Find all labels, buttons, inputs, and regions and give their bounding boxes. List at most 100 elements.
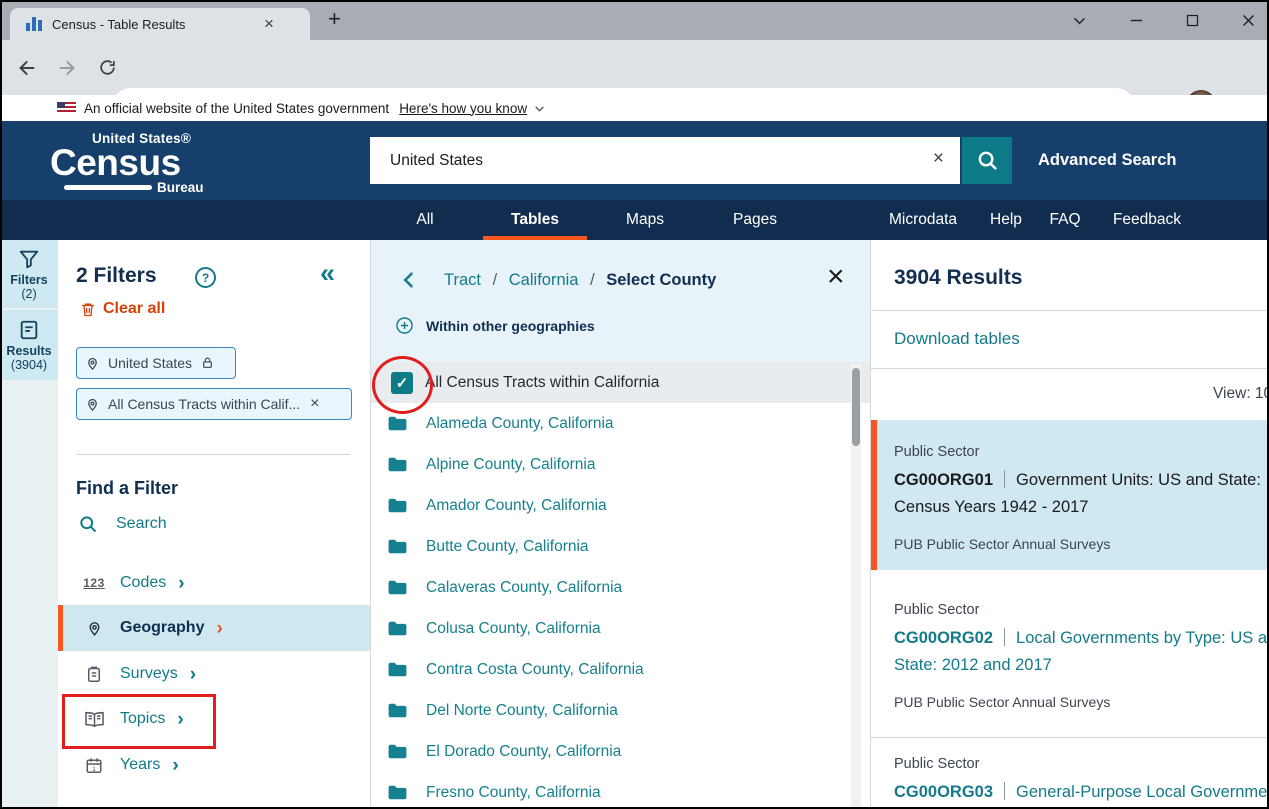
- back-icon[interactable]: [16, 57, 38, 79]
- breadcrumb-separator: /: [493, 271, 498, 289]
- search-clear-icon[interactable]: ×: [933, 148, 944, 170]
- chip-label: All Census Tracts within Calif...: [108, 396, 300, 412]
- county-row[interactable]: Del Norte County, California: [371, 690, 871, 731]
- tab-title: Census - Table Results: [52, 17, 262, 32]
- clear-all-label: Clear all: [103, 300, 165, 318]
- rail-results-count: (3904): [11, 358, 47, 372]
- result-card[interactable]: Public Sector CG00ORG03General-Purpose L…: [871, 737, 1269, 809]
- browser-toolbar: data.census.gov/cedsci/table?q=United%20…: [0, 40, 1269, 95]
- rail-filters-button[interactable]: Filters (2): [0, 240, 58, 308]
- tab-close-icon[interactable]: ×: [264, 14, 274, 34]
- gov-banner: An official website of the United States…: [0, 95, 1269, 121]
- plus-circle-icon: [395, 316, 414, 335]
- tab-tables[interactable]: Tables: [511, 200, 559, 240]
- us-flag-icon: [57, 102, 76, 114]
- separator-bar: [1004, 782, 1005, 800]
- remove-chip-icon[interactable]: ×: [310, 395, 319, 413]
- category-label: Codes: [120, 574, 166, 592]
- filter-chip-united-states[interactable]: United States: [76, 347, 236, 379]
- category-label: Years: [120, 756, 160, 774]
- census-favicon-icon: [26, 17, 42, 31]
- forward-icon[interactable]: [56, 57, 78, 79]
- county-row[interactable]: Calaveras County, California: [371, 567, 871, 608]
- breadcrumb-california[interactable]: California: [509, 271, 579, 289]
- location-pin-icon: [85, 396, 100, 413]
- result-title: CG00ORG03General-Purpose Local Governmen…: [894, 779, 1269, 809]
- filter-search-button[interactable]: Search: [78, 514, 167, 534]
- result-card[interactable]: Public Sector CG00ORG02Local Governments…: [871, 572, 1269, 736]
- checkbox-checked-icon[interactable]: ✓: [391, 372, 413, 394]
- browser-tab[interactable]: Census - Table Results ×: [10, 8, 310, 40]
- results-document-icon: [18, 319, 40, 341]
- breadcrumb-tract[interactable]: Tract: [444, 271, 481, 289]
- search-button[interactable]: [962, 137, 1012, 184]
- close-panel-icon[interactable]: ×: [827, 262, 845, 292]
- chevron-right-icon: ›: [190, 665, 196, 684]
- county-row[interactable]: Alpine County, California: [371, 444, 871, 485]
- result-survey: PUB Public Sector Annual Surveys: [894, 536, 1269, 552]
- result-category: Public Sector: [894, 420, 1269, 460]
- scrollbar-thumb[interactable]: [852, 368, 860, 446]
- clipboard-icon: [82, 665, 106, 684]
- main-nav: All Tables Maps Pages Microdata Help FAQ…: [0, 200, 1269, 240]
- county-row[interactable]: Butte County, California: [371, 526, 871, 567]
- tab-help[interactable]: Help: [990, 200, 1022, 240]
- county-row[interactable]: El Dorado County, California: [371, 731, 871, 772]
- rail-results-button[interactable]: Results (3904): [0, 310, 58, 380]
- folder-icon: [387, 702, 408, 719]
- filters-panel: 2 Filters ? « Clear all United States Al…: [58, 240, 370, 809]
- chevron-right-icon: ›: [216, 619, 222, 638]
- select-all-tracts-row[interactable]: ✓ All Census Tracts within California: [371, 362, 871, 403]
- clear-all-button[interactable]: Clear all: [80, 300, 165, 318]
- logo-underline: [64, 185, 152, 190]
- location-pin-icon: [85, 355, 100, 372]
- table-code: CG00ORG02: [894, 629, 993, 647]
- folder-icon: [387, 784, 408, 801]
- site-search-box: ×: [370, 137, 960, 184]
- tab-all[interactable]: All: [416, 200, 433, 240]
- tab-feedback[interactable]: Feedback: [1113, 200, 1181, 240]
- new-tab-button[interactable]: +: [328, 6, 341, 32]
- close-window-icon[interactable]: [1240, 12, 1257, 29]
- category-codes[interactable]: 123 Codes ›: [58, 560, 370, 606]
- download-tables-link[interactable]: Download tables: [894, 329, 1020, 349]
- side-rail: Filters (2) Results (3904): [0, 240, 58, 809]
- advanced-search-link[interactable]: Advanced Search: [1038, 151, 1176, 170]
- help-icon[interactable]: ?: [195, 267, 216, 288]
- minimize-icon[interactable]: [1128, 12, 1145, 29]
- rail-filters-count: (2): [21, 287, 36, 301]
- category-topics[interactable]: Topics ›: [58, 696, 370, 742]
- chevron-down-icon[interactable]: [533, 102, 546, 115]
- search-input[interactable]: [370, 137, 930, 184]
- category-label: Geography: [120, 619, 204, 637]
- maximize-icon[interactable]: [1185, 13, 1200, 28]
- within-other-geographies-button[interactable]: Within other geographies: [395, 316, 595, 335]
- back-chevron-icon[interactable]: [399, 270, 419, 290]
- census-logo[interactable]: United States® Census Bureau: [50, 131, 204, 195]
- result-card[interactable]: Public Sector CG00ORG01Government Units:…: [871, 420, 1269, 570]
- county-row[interactable]: Alameda County, California: [371, 403, 871, 444]
- table-code: CG00ORG01: [894, 471, 993, 489]
- category-years[interactable]: 1 Years ›: [58, 742, 370, 788]
- rail-filters-label: Filters: [10, 273, 48, 287]
- category-surveys[interactable]: Surveys ›: [58, 651, 370, 697]
- calendar-icon: 1: [82, 756, 106, 775]
- how-you-know-link[interactable]: Here's how you know: [399, 101, 527, 116]
- county-row[interactable]: Amador County, California: [371, 485, 871, 526]
- tab-search-icon[interactable]: [1071, 12, 1088, 29]
- tab-microdata[interactable]: Microdata: [889, 200, 957, 240]
- category-geography[interactable]: Geography ›: [58, 605, 375, 651]
- tab-maps[interactable]: Maps: [626, 200, 664, 240]
- scrollbar: [851, 364, 861, 809]
- county-row[interactable]: Contra Costa County, California: [371, 649, 871, 690]
- county-row[interactable]: Colusa County, California: [371, 608, 871, 649]
- reload-icon[interactable]: [98, 58, 117, 77]
- logo-main-text: Census: [50, 146, 204, 179]
- tab-faq[interactable]: FAQ: [1049, 200, 1080, 240]
- folder-icon: [387, 579, 408, 596]
- breadcrumb: Tract / California / Select County: [444, 271, 716, 290]
- tab-pages[interactable]: Pages: [733, 200, 777, 240]
- filter-chip-census-tracts[interactable]: All Census Tracts within Calif... ×: [76, 388, 352, 420]
- collapse-panel-icon[interactable]: «: [320, 258, 335, 289]
- county-row[interactable]: Fresno County, California: [371, 772, 871, 809]
